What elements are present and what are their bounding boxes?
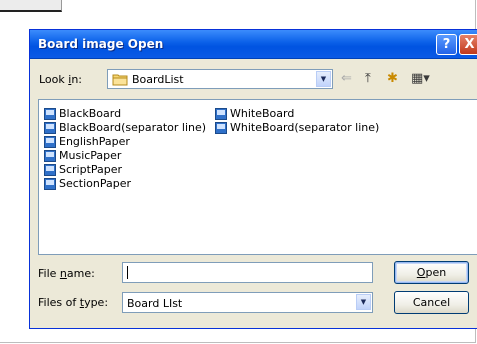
file-icon [44, 178, 56, 190]
list-item[interactable]: BlackBoard(separator line) [44, 121, 206, 135]
file-type-value: Board LIst [127, 297, 183, 310]
list-item[interactable]: WhiteBoard(separator line) [215, 121, 379, 135]
close-button[interactable]: X [459, 34, 477, 55]
list-item[interactable]: ScriptPaper [44, 163, 122, 177]
views-menu-icon[interactable]: ▦▾ [411, 70, 430, 88]
open-file-dialog: Board image Open ? X Look in: BoardList … [29, 29, 477, 329]
look-in-value: BoardList [132, 73, 184, 86]
help-button[interactable]: ? [436, 34, 457, 55]
file-name-input[interactable] [122, 262, 373, 283]
look-in-dropdown[interactable]: BoardList ▼ [107, 69, 333, 89]
file-type-dropdown[interactable]: Board LIst ▼ [122, 292, 373, 313]
new-folder-icon[interactable]: ✱ [387, 70, 398, 88]
background-toolbar-fragment [0, 0, 62, 12]
back-icon[interactable]: ⇐ [341, 70, 352, 88]
file-name-label: File name: [38, 267, 95, 280]
file-icon [44, 136, 56, 148]
look-in-dropdown-arrow[interactable]: ▼ [316, 71, 331, 87]
list-item[interactable]: BlackBoard [44, 107, 121, 121]
list-item[interactable]: WhiteBoard [215, 107, 294, 121]
text-caret [127, 266, 128, 279]
file-icon [44, 122, 56, 134]
list-item[interactable]: EnglishPaper [44, 135, 130, 149]
up-folder-icon[interactable]: ⤒ [365, 70, 371, 88]
title-bar[interactable]: Board image Open ? X [30, 30, 477, 59]
file-icon [215, 108, 227, 120]
file-icon [44, 150, 56, 162]
file-list[interactable]: BlackBoard BlackBoard(separator line) En… [38, 99, 477, 255]
file-icon [44, 108, 56, 120]
file-type-label: Files of type: [38, 296, 109, 309]
dialog-title: Board image Open [38, 37, 164, 51]
file-icon [215, 122, 227, 134]
cancel-button[interactable]: Cancel [394, 291, 469, 314]
file-type-dropdown-arrow[interactable]: ▼ [356, 294, 371, 310]
file-icon [44, 164, 56, 176]
list-item[interactable]: SectionPaper [44, 177, 131, 191]
look-in-label: Look in: [39, 73, 83, 86]
folder-icon [112, 74, 128, 86]
open-button[interactable]: Open [394, 261, 469, 284]
list-item[interactable]: MusicPaper [44, 149, 121, 163]
